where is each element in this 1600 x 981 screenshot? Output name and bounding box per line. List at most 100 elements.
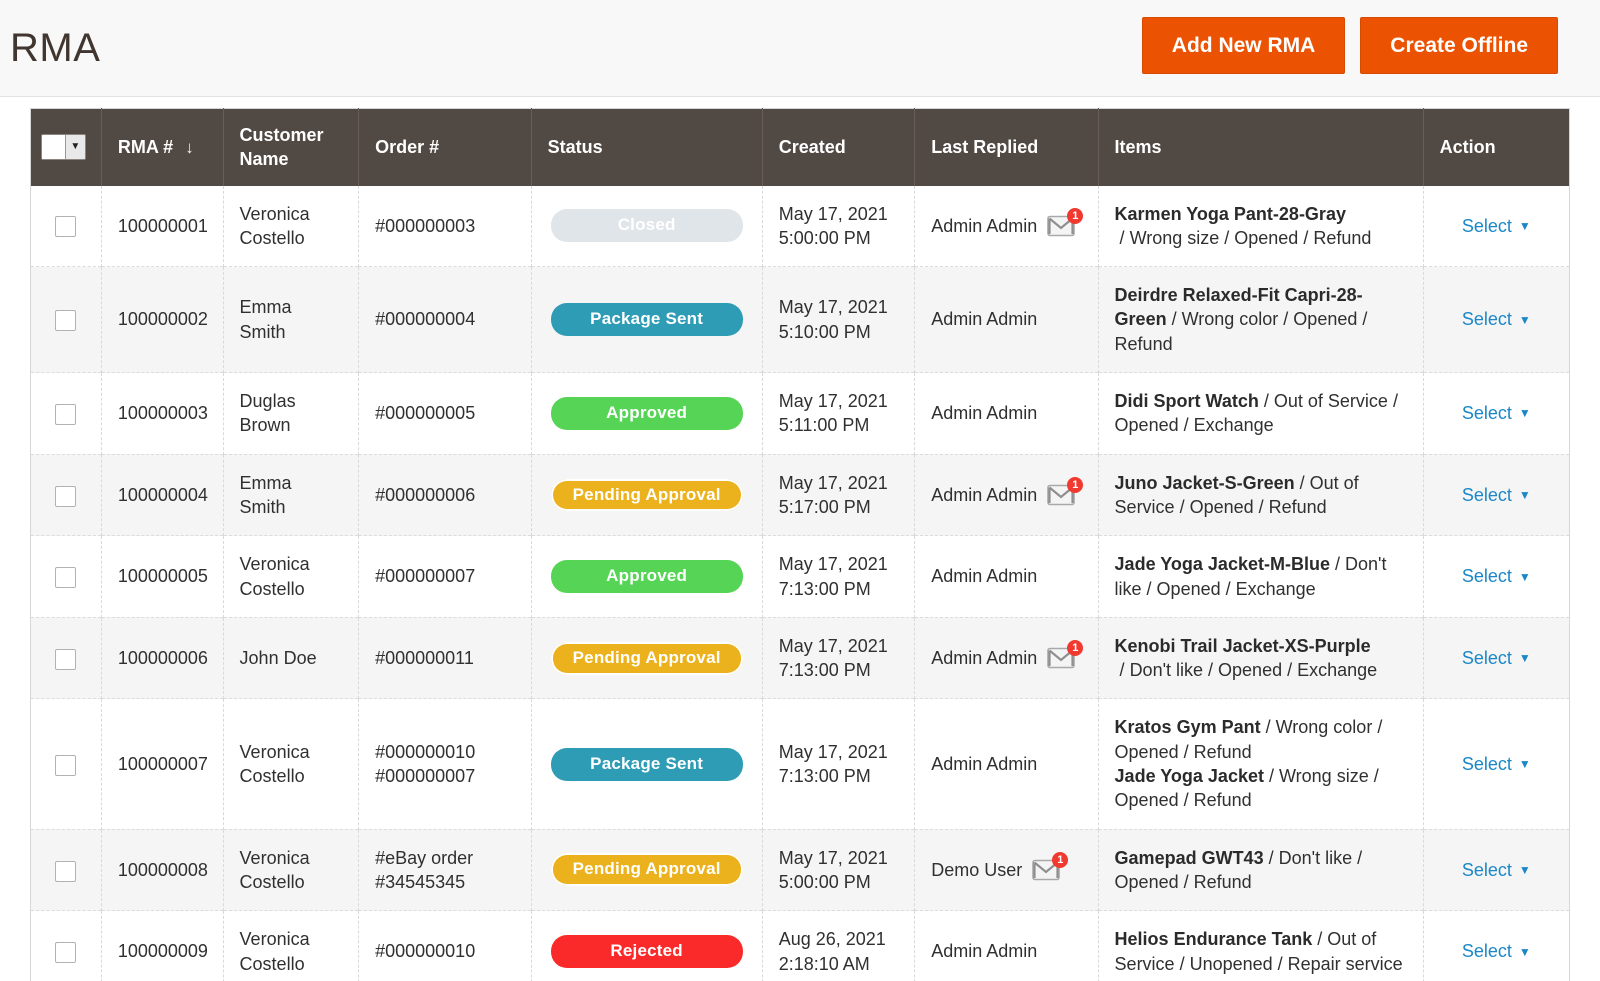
select-all-control[interactable]: ▼	[41, 134, 86, 160]
last-replied-cell: Admin Admin 1	[915, 186, 1098, 267]
row-checkbox[interactable]	[55, 567, 76, 588]
action-cell: Select▼	[1423, 911, 1569, 981]
table-row: 100000005 Veronica Costello #000000007 A…	[31, 536, 1570, 618]
status-badge: Approved	[551, 560, 743, 593]
item-separator: /	[1264, 766, 1279, 786]
row-checkbox[interactable]	[55, 755, 76, 776]
last-replied-name: Admin Admin	[931, 307, 1037, 331]
select-action[interactable]: Select▼	[1462, 858, 1531, 882]
add-new-rma-button[interactable]: Add New RMA	[1142, 17, 1346, 74]
created-date: May 17, 2021	[779, 389, 899, 413]
select-label: Select	[1462, 307, 1512, 331]
last-replied-name: Admin Admin	[931, 483, 1037, 507]
select-action[interactable]: Select▼	[1462, 307, 1531, 331]
column-header-rma[interactable]: RMA #↓	[101, 109, 223, 186]
checkbox-cell	[31, 186, 102, 267]
select-action[interactable]: Select▼	[1462, 752, 1531, 776]
items-cell: Jade Yoga Jacket-M-Blue / Don't like / O…	[1098, 536, 1423, 618]
order-number: #eBay order #34545345	[359, 829, 532, 911]
created-date: May 17, 2021	[779, 740, 899, 764]
mail-icon[interactable]: 1	[1047, 647, 1075, 669]
select-action[interactable]: Select▼	[1462, 646, 1531, 670]
column-header-action[interactable]: Action	[1423, 109, 1569, 186]
select-action[interactable]: Select▼	[1462, 483, 1531, 507]
rma-number: 100000005	[101, 536, 223, 618]
order-number: #000000006	[359, 454, 532, 536]
item-name: Juno Jacket-S-Green	[1115, 473, 1295, 493]
item-separator: /	[1115, 228, 1130, 248]
table-row: 100000003 Duglas Brown #000000005 Approv…	[31, 373, 1570, 455]
column-header-customer-name[interactable]: Customer Name	[223, 109, 359, 186]
status-badge: Closed	[551, 209, 743, 242]
row-checkbox[interactable]	[55, 861, 76, 882]
status-cell: Approved	[531, 536, 762, 618]
chevron-down-icon: ▼	[1519, 220, 1531, 232]
row-checkbox[interactable]	[55, 942, 76, 963]
select-all-checkbox[interactable]	[42, 135, 66, 159]
checkbox-cell	[31, 373, 102, 455]
order-number: #000000004	[359, 267, 532, 373]
column-header-status[interactable]: Status	[531, 109, 762, 186]
column-header-items[interactable]: Items	[1098, 109, 1423, 186]
status-badge: Package Sent	[551, 748, 743, 781]
last-replied-cell: Admin Admin	[915, 536, 1098, 618]
item-name: Kratos Gym Pant	[1115, 717, 1261, 737]
row-checkbox[interactable]	[55, 486, 76, 507]
chevron-down-icon: ▼	[1519, 407, 1531, 419]
status-badge: Rejected	[551, 935, 743, 968]
created-time: 2:18:10 AM	[779, 952, 899, 976]
status-cell: Pending Approval	[531, 454, 762, 536]
select-label: Select	[1462, 646, 1512, 670]
column-header-last-replied[interactable]: Last Replied	[915, 109, 1098, 186]
create-offline-button[interactable]: Create Offline	[1360, 17, 1558, 74]
row-checkbox[interactable]	[55, 216, 76, 237]
select-all-dropdown[interactable]: ▼	[66, 135, 85, 159]
rma-number: 100000008	[101, 829, 223, 911]
status-cell: Approved	[531, 373, 762, 455]
created-cell: May 17, 2021 5:11:00 PM	[762, 373, 915, 455]
select-action[interactable]: Select ▼	[1462, 401, 1531, 425]
action-cell: Select▼	[1423, 186, 1569, 267]
order-number: #000000011	[359, 617, 532, 699]
row-checkbox[interactable]	[55, 404, 76, 425]
select-label: Select	[1462, 858, 1512, 882]
checkbox-cell	[31, 267, 102, 373]
select-action[interactable]: Select▼	[1462, 939, 1531, 963]
customer-name: Duglas Brown	[223, 373, 359, 455]
select-action[interactable]: Select▼	[1462, 214, 1531, 238]
last-replied-name: Admin Admin	[931, 646, 1037, 670]
created-date: May 17, 2021	[779, 471, 899, 495]
mail-icon[interactable]: 1	[1047, 484, 1075, 506]
column-header-created[interactable]: Created	[762, 109, 915, 186]
mail-icon[interactable]: 1	[1032, 859, 1060, 881]
select-action[interactable]: Select▼	[1462, 564, 1531, 588]
created-time: 5:11:00 PM	[779, 413, 899, 437]
item-name: Didi Sport Watch	[1115, 391, 1259, 411]
action-cell: Select▼	[1423, 617, 1569, 699]
select-label: Select	[1462, 939, 1512, 963]
status-cell: Pending Approval	[531, 617, 762, 699]
created-cell: Aug 26, 2021 2:18:10 AM	[762, 911, 915, 981]
item-separator: /	[1264, 848, 1279, 868]
item-separator: /	[1312, 929, 1327, 949]
customer-name: Veronica Costello	[223, 911, 359, 981]
last-replied-cell: Admin Admin	[915, 699, 1098, 829]
select-label: Select	[1462, 483, 1512, 507]
select-label: Select	[1462, 401, 1512, 425]
mail-icon[interactable]: 1	[1047, 215, 1075, 237]
customer-name: Emma Smith	[223, 267, 359, 373]
item-separator: /	[1261, 717, 1276, 737]
select-label: Select	[1462, 564, 1512, 588]
created-date: May 17, 2021	[779, 295, 899, 319]
mail-count-badge: 1	[1067, 477, 1083, 493]
action-cell: Select▼	[1423, 829, 1569, 911]
column-header-order[interactable]: Order #	[359, 109, 532, 186]
created-time: 7:13:00 PM	[779, 764, 899, 788]
row-checkbox[interactable]	[55, 649, 76, 670]
row-checkbox[interactable]	[55, 310, 76, 331]
checkbox-cell	[31, 454, 102, 536]
table-row: 100000008 Veronica Costello #eBay order …	[31, 829, 1570, 911]
mail-count-badge: 1	[1052, 852, 1068, 868]
item-separator: /	[1115, 660, 1130, 680]
chevron-down-icon: ▼	[1519, 758, 1531, 770]
